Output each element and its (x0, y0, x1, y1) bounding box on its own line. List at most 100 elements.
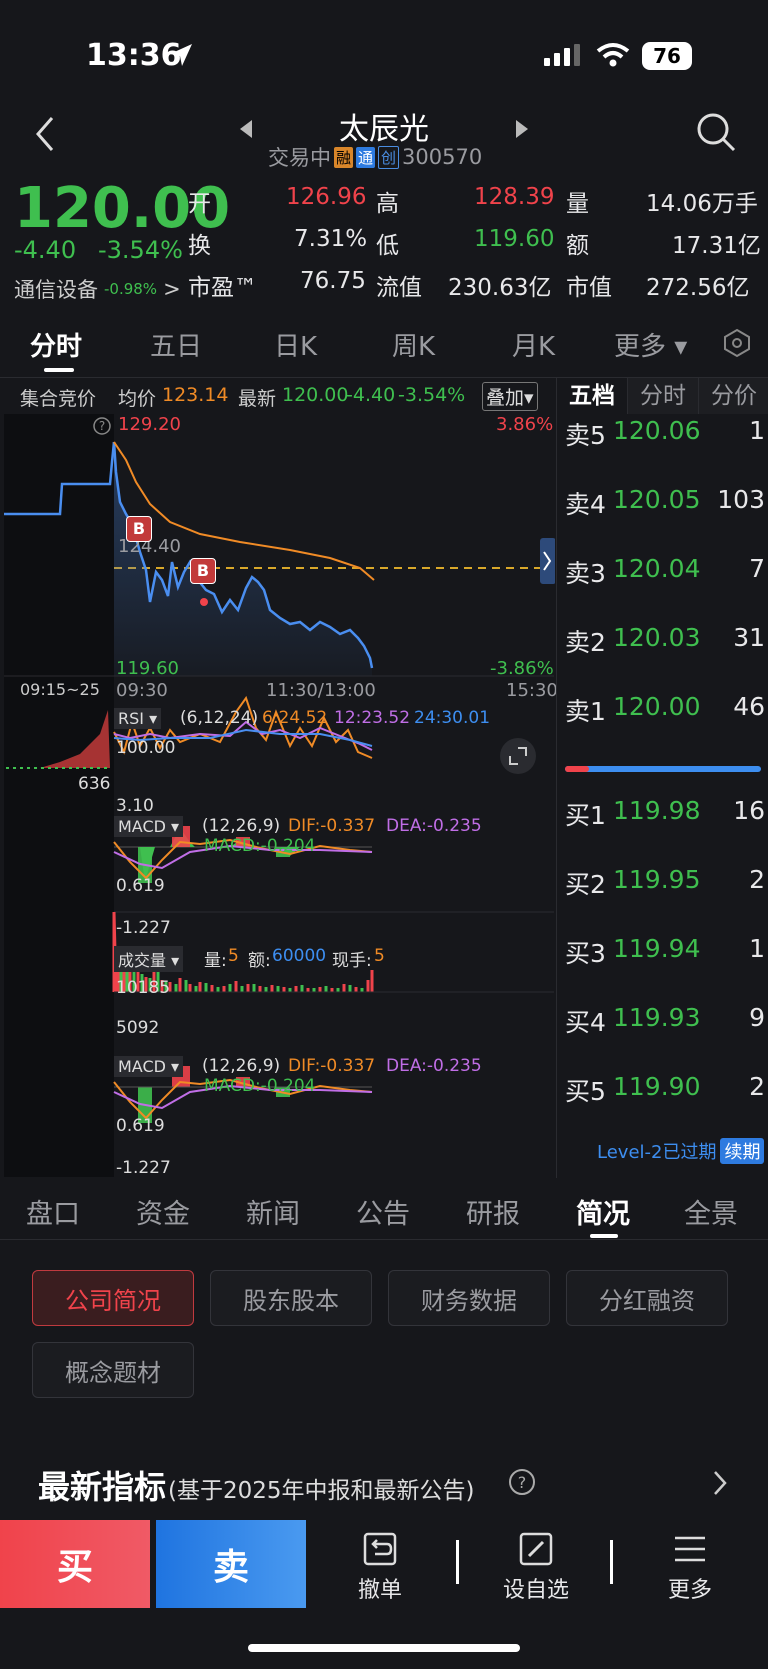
trade-state: 交易中 (268, 146, 331, 170)
book-tab-depth[interactable]: 五档 (557, 378, 627, 414)
macd2-axis-low: -1.227 (116, 1158, 171, 1178)
macd-selector[interactable]: MACD ▾ (114, 816, 184, 837)
turnover-label: 换 (188, 233, 211, 259)
level-label: 卖2 (565, 628, 606, 657)
rsi-selector[interactable]: RSI ▾ (114, 708, 162, 729)
mcap-value: 272.56亿 (646, 275, 750, 301)
level-price: 119.98 (613, 796, 701, 825)
vol-qty-value: 5 (228, 946, 239, 966)
more-button[interactable]: 更多 (650, 1532, 730, 1604)
tab-daily-k[interactable]: 日K (274, 326, 317, 363)
divider (456, 1540, 459, 1584)
tab-funds[interactable]: 资金 (136, 1192, 190, 1231)
book-tab-ticks[interactable]: 分时 (627, 378, 698, 414)
badge-connect: 通 (356, 146, 376, 168)
volume-selector[interactable]: 成交量 ▾ (114, 946, 184, 972)
stock-subtitle: 交易中 融 通 创 300570 (268, 142, 482, 172)
macd-axis-top: 0.619 (116, 876, 165, 896)
add-watchlist-button[interactable]: 设自选 (494, 1532, 578, 1604)
tab-overview[interactable]: 全景 (684, 1192, 738, 1231)
macd2-dea-value: DEA:-0.235 (386, 1056, 482, 1076)
tab-five-day[interactable]: 五日 (150, 326, 202, 363)
auction-vol-value: 636 (78, 774, 111, 794)
vol-axis-mid: 5092 (116, 1018, 160, 1038)
level2-label: Level-2已过期 (597, 1142, 717, 1163)
buy-marker-1[interactable]: B (126, 516, 152, 542)
avg-label: 均价 (118, 388, 157, 410)
low-value: 119.60 (474, 226, 555, 252)
chevron-right-icon[interactable] (712, 1470, 728, 1496)
sector-name: 通信设备 (14, 278, 98, 302)
battery-level: 76 (653, 44, 681, 68)
level2-notice: Level-2已过期 续期 (597, 1138, 765, 1164)
tab-weekly-k[interactable]: 周K (392, 326, 435, 363)
level-qty: 103 (717, 485, 765, 514)
buy-marker-2[interactable]: B (190, 558, 216, 584)
tab-news[interactable]: 新闻 (246, 1192, 300, 1231)
rsi-axis-top: 100.00 (116, 738, 176, 758)
pill-shareholders[interactable]: 股东股本 (210, 1270, 372, 1326)
rsi-24-value: 24:30.01 (414, 708, 491, 728)
status-bar: 13:36 76 (0, 0, 768, 100)
open-label: 开 (188, 191, 211, 217)
auction-label: 集合竞价 (20, 388, 97, 410)
settings-hex-icon[interactable] (722, 328, 752, 358)
macd-dif-value: DIF:-0.337 (288, 816, 376, 836)
tab-profile[interactable]: 简况 (576, 1192, 630, 1231)
tab-more[interactable]: 更多 ▾ (614, 326, 687, 363)
renew-button[interactable]: 续期 (720, 1138, 765, 1164)
pill-company-profile[interactable]: 公司简况 (32, 1270, 194, 1326)
latest-metrics-title: 最新指标 (38, 1468, 167, 1506)
intraday-chart[interactable]: ? 129.20 3.86% 124.40 119.60 -3.86% B B … (0, 412, 558, 1178)
vol-hand-label: 现手: (332, 951, 372, 971)
next-stock-icon[interactable] (514, 120, 528, 138)
book-ratio-sell (565, 766, 589, 772)
wifi-icon (596, 43, 630, 67)
search-icon[interactable] (696, 112, 736, 152)
expand-handle[interactable] (540, 538, 556, 584)
book-tabs: 五档 分时 分价 (557, 378, 768, 414)
level-price: 120.06 (613, 416, 701, 445)
tab-orderbook[interactable]: 盘口 (26, 1192, 80, 1231)
bottom-action-bar: 买 卖 撤单 设自选 更多 (0, 1520, 768, 1610)
tab-intraday[interactable]: 分时 (30, 326, 82, 363)
vol-hand-value: 5 (374, 946, 385, 966)
pill-financials[interactable]: 财务数据 (388, 1270, 550, 1326)
tab-monthly-k[interactable]: 月K (512, 326, 555, 363)
level-price: 120.00 (613, 692, 701, 721)
sector-link[interactable]: 通信设备 -0.98% > (14, 274, 181, 304)
macd-params: (12,26,9) (202, 816, 281, 836)
float-cap-label: 流值 (376, 275, 422, 301)
vol-amt-label: 额: (248, 951, 271, 971)
cancel-order-button[interactable]: 撤单 (340, 1532, 420, 1604)
tab-notices[interactable]: 公告 (356, 1192, 410, 1231)
pill-dividends[interactable]: 分红融资 (566, 1270, 728, 1326)
buy-button[interactable]: 买 (0, 1520, 150, 1608)
fullscreen-button[interactable] (500, 738, 536, 774)
level-label: 卖5 (565, 421, 606, 450)
tab-research[interactable]: 研报 (466, 1192, 520, 1231)
svg-text:?: ? (518, 1473, 527, 1492)
help-icon[interactable]: ? (508, 1468, 536, 1496)
overlay-button[interactable]: 叠加▾ (482, 382, 538, 411)
level-price: 119.90 (613, 1072, 701, 1101)
macd2-params: (12,26,9) (202, 1056, 281, 1076)
macd2-selector[interactable]: MACD ▾ (114, 1056, 184, 1077)
vol-qty-label: 量: (204, 951, 227, 971)
latest-metrics-header[interactable]: 最新指标 (基于2025年中报和最新公告) (38, 1462, 475, 1508)
latest-metrics-subtitle: (基于2025年中报和最新公告) (168, 1478, 475, 1504)
level-price: 120.04 (613, 554, 701, 583)
latest-value: 120.00 (282, 384, 349, 406)
rsi-axis-low: 3.10 (116, 796, 154, 816)
level-qty: 9 (749, 1003, 765, 1032)
rsi-6-value: 6:24.52 (262, 708, 328, 728)
level-qty: 2 (749, 1072, 765, 1101)
pill-concepts[interactable]: 概念题材 (32, 1342, 194, 1398)
sell-button[interactable]: 卖 (156, 1520, 306, 1608)
book-tab-price[interactable]: 分价 (698, 378, 768, 414)
help-icon[interactable]: ? (92, 416, 112, 436)
level-qty: 1 (749, 934, 765, 963)
level-qty: 31 (733, 623, 765, 652)
battery-icon: 76 (642, 42, 692, 70)
edit-icon (519, 1532, 553, 1566)
